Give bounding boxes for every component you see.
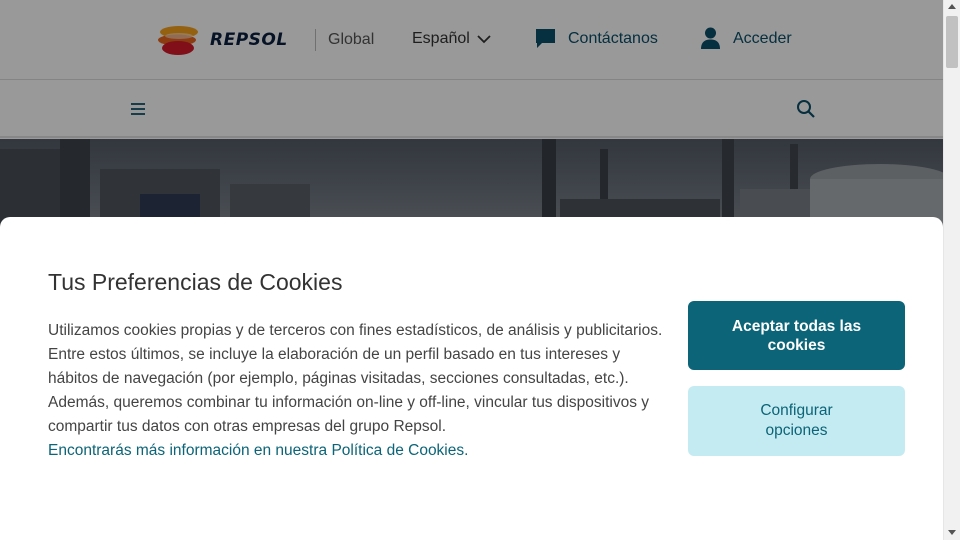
cookie-text-2: Entre estos últimos, se incluye la elabo… xyxy=(48,346,629,387)
scroll-thumb[interactable] xyxy=(946,16,958,68)
cookie-text-3: Además, queremos combinar tu información… xyxy=(48,394,650,435)
accept-all-cookies-button[interactable]: Aceptar todas las cookies xyxy=(688,301,905,370)
cookie-text-1: Utilizamos cookies propias y de terceros… xyxy=(48,322,663,339)
scroll-up-arrow-icon[interactable] xyxy=(948,4,956,9)
cookie-consent-dialog: Tus Preferencias de Cookies Utilizamos c… xyxy=(0,217,943,540)
cookie-dialog-title: Tus Preferencias de Cookies xyxy=(48,269,343,295)
vertical-scrollbar[interactable] xyxy=(943,0,960,540)
cookie-dialog-body: Utilizamos cookies propias y de terceros… xyxy=(48,319,668,463)
scroll-down-arrow-icon[interactable] xyxy=(948,530,956,535)
page: REPSOL Global Español Contáctanos Accede… xyxy=(0,0,943,540)
configure-options-button[interactable]: Configurar opciones xyxy=(688,386,905,456)
cookie-policy-link[interactable]: Encontrarás más información en nuestra P… xyxy=(48,442,468,459)
